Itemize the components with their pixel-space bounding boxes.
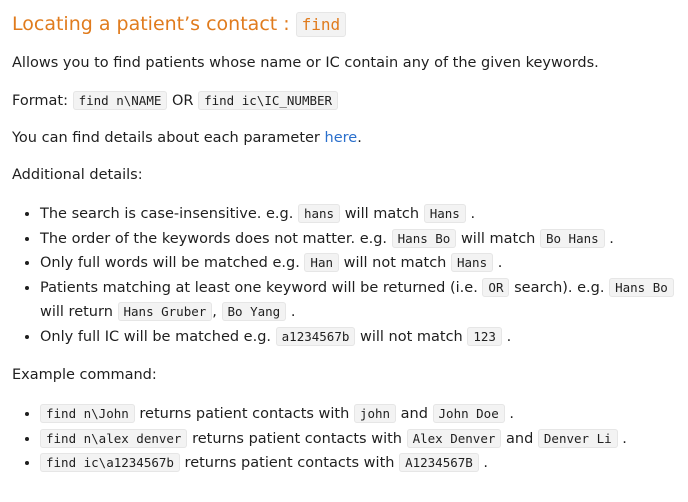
heading-text: Locating a patient’s contact : — [12, 13, 290, 35]
list-item: The order of the keywords does not matte… — [40, 227, 676, 252]
item-text: and — [506, 430, 534, 447]
item-text: . — [509, 406, 514, 422]
inline-code: Hans Bo — [609, 277, 674, 297]
item-text: returns patient contacts with — [184, 455, 395, 471]
details-line-period: . — [357, 130, 362, 146]
inline-code: Hans Bo — [391, 228, 457, 248]
details-line: You can find details about each paramete… — [12, 128, 676, 149]
list-item: find n\John returns patient contacts wit… — [40, 402, 676, 427]
heading-code: find — [295, 11, 347, 37]
inline-code: Han — [304, 253, 339, 272]
item-text: . — [470, 206, 476, 222]
additional-details-label: Additional details: — [12, 167, 143, 183]
details-list: The search is case-insensitive. e.g. han… — [12, 202, 676, 349]
item-text: . — [506, 328, 512, 345]
item-text: . — [609, 230, 614, 247]
inline-code: 123 — [467, 326, 502, 346]
list-item: find ic\a1234567b returns patient contac… — [40, 451, 676, 476]
item-text: . — [290, 304, 296, 320]
list-item: Only full IC will be matched e.g. a12345… — [40, 325, 676, 350]
item-text: , — [212, 304, 217, 320]
item-text: will not match — [343, 255, 447, 271]
inline-code: Alex Denver — [406, 428, 502, 448]
format-code-name: find n\NAME — [72, 91, 168, 110]
format-line: Format: find n\NAME OR find ic\IC_NUMBER — [12, 90, 676, 112]
inline-code: Hans — [451, 253, 494, 272]
intro-paragraph: Allows you to find patients whose name o… — [12, 55, 599, 71]
inline-code: Denver Li — [537, 428, 618, 448]
item-text: returns patient contacts with — [139, 406, 350, 422]
item-text: will not match — [359, 328, 463, 345]
inline-code: Hans — [423, 204, 466, 223]
item-text: Patients matching at least one keyword w… — [40, 279, 478, 296]
item-text: . — [483, 455, 489, 471]
inline-code: John Doe — [432, 404, 505, 423]
inline-code: Hans Gruber — [117, 302, 213, 321]
inline-code: find ic\a1234567b — [40, 453, 180, 472]
inline-code: OR — [482, 277, 510, 297]
item-text: . — [497, 255, 503, 271]
item-text: and — [400, 406, 428, 422]
format-code-ic: find ic\IC_NUMBER — [198, 91, 339, 110]
inline-code: A1234567B — [399, 453, 479, 472]
item-text: The search is case-insensitive. e.g. — [40, 206, 294, 222]
inline-code: find n\John — [40, 404, 135, 423]
inline-code: Bo Yang — [221, 302, 287, 321]
inline-code: find n\alex denver — [40, 428, 188, 448]
item-text: Only full words will be matched e.g. — [40, 255, 300, 271]
inline-code: Bo Hans — [539, 228, 605, 248]
document-page: Locating a patient’s contact : find Allo… — [0, 0, 688, 502]
inline-code: a1234567b — [275, 326, 356, 346]
here-link[interactable]: here — [325, 130, 358, 146]
item-text: search). e.g. — [514, 279, 605, 296]
example-command-label: Example command: — [12, 367, 157, 383]
item-text: will return — [40, 304, 113, 320]
format-or: OR — [172, 93, 194, 109]
inline-code: john — [353, 404, 397, 423]
list-item: find n\alex denver returns patient conta… — [40, 427, 676, 452]
list-item: Patients matching at least one keyword w… — [40, 276, 676, 325]
list-item: The search is case-insensitive. e.g. han… — [40, 202, 676, 227]
format-label: Format: — [12, 93, 68, 109]
list-item: Only full words will be matched e.g. Han… — [40, 251, 676, 276]
item-text: will match — [460, 230, 536, 247]
details-line-text: You can find details about each paramete… — [12, 130, 320, 146]
item-text: The order of the keywords does not matte… — [40, 230, 388, 247]
item-text: will match — [344, 206, 420, 222]
item-text: returns patient contacts with — [192, 430, 402, 447]
examples-list: find n\John returns patient contacts wit… — [12, 402, 676, 476]
item-text: . — [622, 430, 627, 447]
section-heading: Locating a patient’s contact : find — [12, 10, 676, 38]
inline-code: hans — [297, 204, 341, 223]
item-text: Only full IC will be matched e.g. — [40, 328, 272, 345]
